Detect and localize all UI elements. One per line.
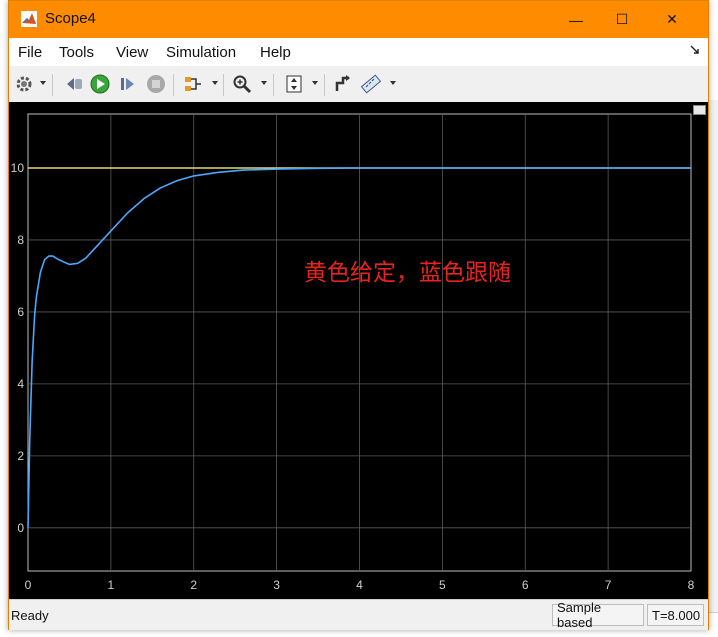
expand-axes-icon[interactable] <box>693 105 706 115</box>
signal-dropdown-arrow[interactable] <box>212 81 218 85</box>
plot-area: 0 1 2 3 4 5 6 7 8 0 2 4 6 8 10 黄色给定，蓝色跟随 <box>9 102 708 599</box>
toolbar-separator <box>173 74 174 96</box>
measurement-ruler-icon[interactable] <box>360 73 382 95</box>
menu-help[interactable]: Help <box>260 44 291 61</box>
pin-icon[interactable] <box>690 45 700 58</box>
settings-gear-icon[interactable] <box>13 73 35 95</box>
x-tick-label: 8 <box>688 578 695 592</box>
menu-tools[interactable]: Tools <box>59 44 94 61</box>
zoom-dropdown-arrow[interactable] <box>261 81 267 85</box>
menu-file[interactable]: File <box>18 44 42 61</box>
stop-icon[interactable] <box>145 73 167 95</box>
grid-layer <box>27 113 692 572</box>
x-tick-label: 3 <box>273 578 280 592</box>
y-tick-label: 10 <box>11 161 25 175</box>
y-tick-label: 0 <box>17 521 24 535</box>
autoscale-dropdown-arrow[interactable] <box>312 81 318 85</box>
title-bar[interactable]: Scope4 — ☐ ✕ <box>9 1 708 38</box>
scope-window: Scope4 — ☐ ✕ File Tools View Simulation … <box>8 0 709 630</box>
step-forward-icon[interactable] <box>117 73 139 95</box>
x-tick-label: 5 <box>439 578 446 592</box>
toolbar-separator <box>324 74 325 96</box>
maximize-button[interactable]: ☐ <box>599 1 645 38</box>
run-icon[interactable] <box>89 73 111 95</box>
toolbar <box>9 66 708 103</box>
minimize-button[interactable]: — <box>553 1 599 38</box>
x-tick-label: 4 <box>356 578 363 592</box>
x-tick-label: 2 <box>190 578 197 592</box>
y-tick-label: 6 <box>17 305 24 319</box>
signal-selector-icon[interactable] <box>182 73 204 95</box>
menu-simulation[interactable]: Simulation <box>166 44 236 61</box>
sim-time-indicator: T=8.000 <box>647 604 704 626</box>
x-tick-label: 7 <box>605 578 612 592</box>
toolbar-separator <box>52 74 53 96</box>
y-tick-label: 4 <box>17 377 24 391</box>
plot-annotation: 黄色给定，蓝色跟随 <box>304 260 511 286</box>
sample-mode-indicator: Sample based <box>552 600 644 630</box>
x-tick-label: 1 <box>108 578 115 592</box>
measurement-dropdown-arrow[interactable] <box>390 81 396 85</box>
matlab-logo-icon <box>21 11 37 27</box>
window-title: Scope4 <box>45 10 96 27</box>
step-back-icon[interactable] <box>63 73 85 95</box>
scope-axes[interactable]: 0 1 2 3 4 5 6 7 8 0 2 4 6 8 10 黄色给定，蓝色跟随 <box>9 102 708 599</box>
x-tick-label: 6 <box>522 578 529 592</box>
menu-bar: File Tools View Simulation Help <box>9 38 708 66</box>
close-button[interactable]: ✕ <box>649 1 695 38</box>
toolbar-separator <box>223 74 224 96</box>
toolbar-separator <box>273 74 274 96</box>
y-tick-label: 2 <box>17 449 24 463</box>
status-text: Ready <box>11 608 49 623</box>
zoom-in-icon[interactable] <box>231 73 253 95</box>
menu-view[interactable]: View <box>116 44 148 61</box>
x-tick-label: 0 <box>25 578 32 592</box>
highlight-block-icon[interactable] <box>332 73 354 95</box>
status-bar: Ready Sample based T=8.000 <box>9 599 708 630</box>
y-tick-label: 8 <box>17 233 24 247</box>
autoscale-icon[interactable] <box>283 73 305 95</box>
settings-dropdown-arrow[interactable] <box>40 81 46 85</box>
